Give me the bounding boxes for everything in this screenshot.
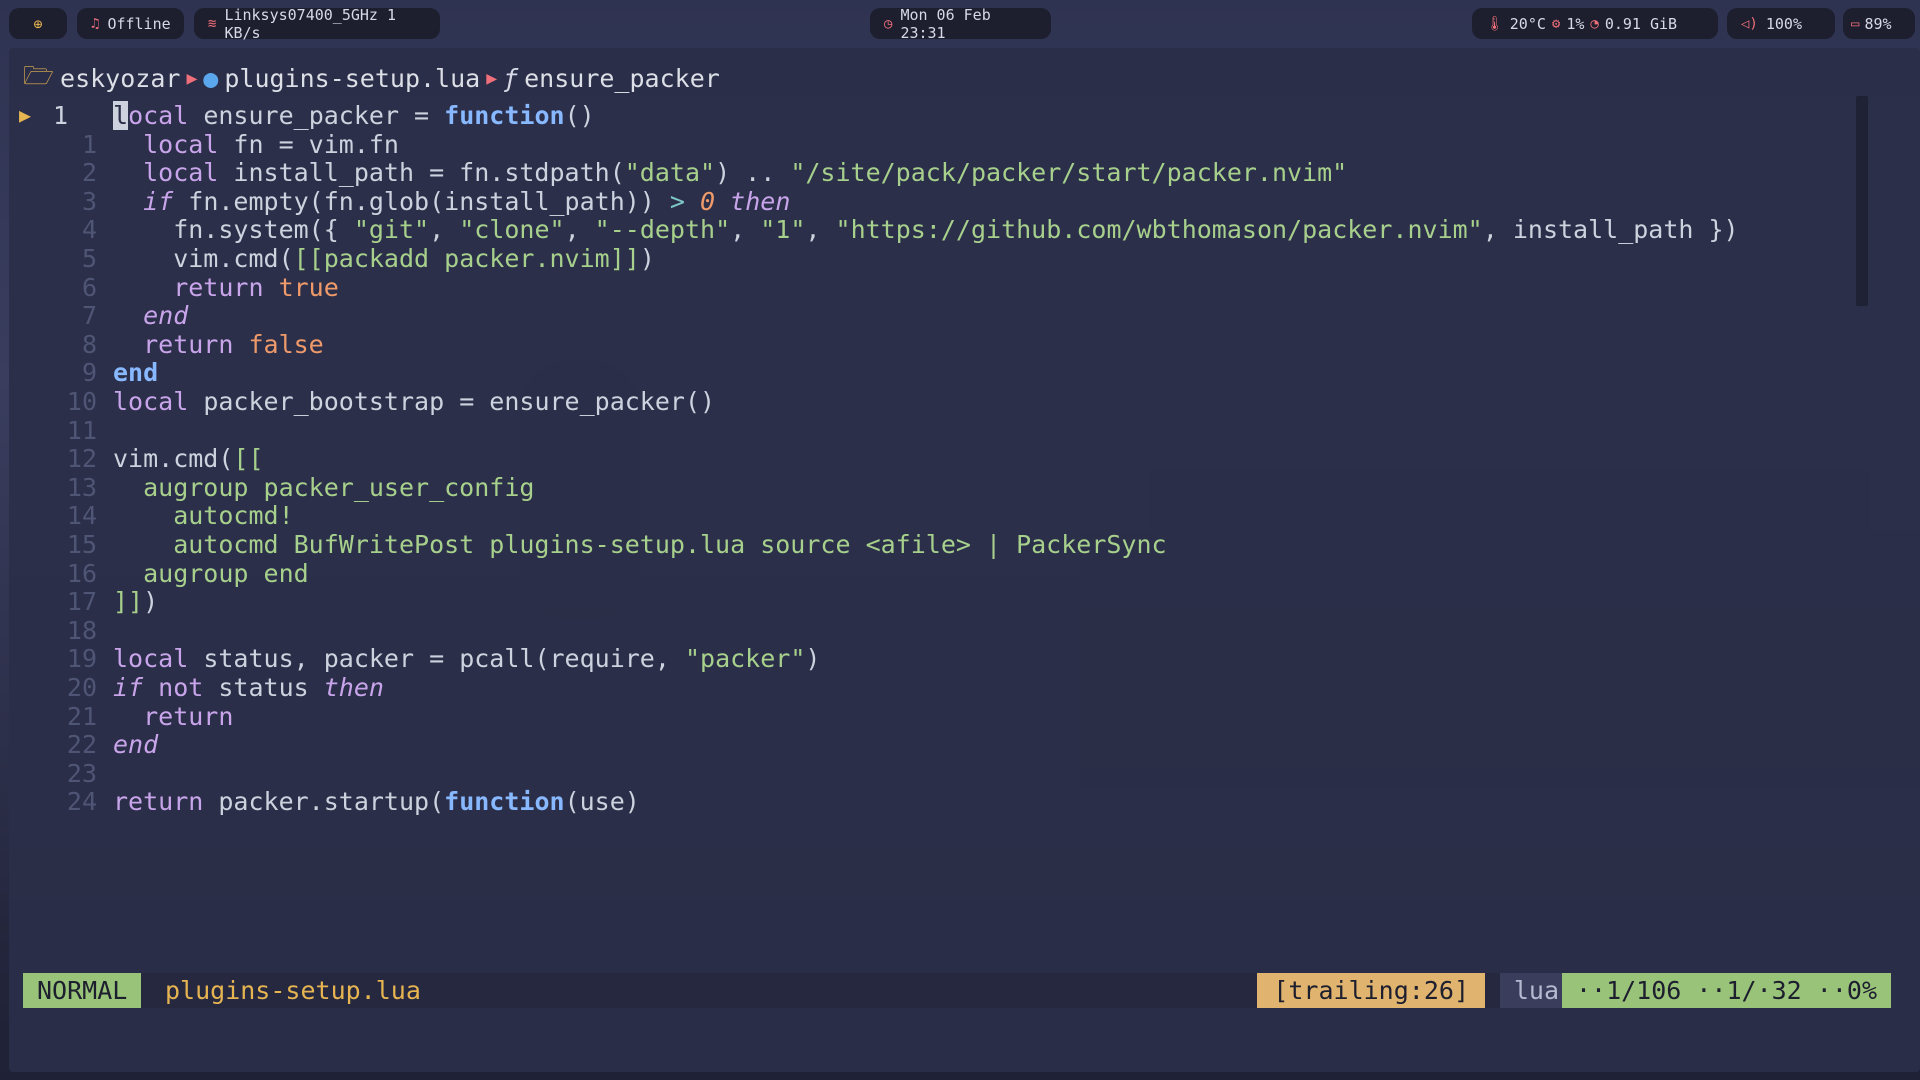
- music-note-icon: ♫: [91, 15, 100, 32]
- mode-indicator: NORMAL: [23, 973, 142, 1008]
- network-status: Linksys07400_5GHz 1 KB/s: [224, 5, 397, 42]
- lua-file-icon: ●: [203, 63, 219, 93]
- status-filename: plugins-setup.lua: [165, 976, 421, 1005]
- breadcrumb-folder[interactable]: eskyozar: [60, 64, 180, 93]
- datetime: Mon 06 Feb 23:31: [900, 5, 991, 42]
- code-editor[interactable]: ▶ 1 local ensure_packer = function() 1 loca…: [9, 98, 1889, 978]
- breadcrumb: 🗁 eskyozar ▶ ● plugins-setup.lua ▶ ƒ ens…: [23, 61, 720, 94]
- top-bar: ⊕ ♫ Offline ≋ Linksys07400_5GHz 1 KB/s ◷…: [0, 0, 1920, 48]
- thermometer-icon: 🌡: [1486, 15, 1504, 32]
- cpu-usage: 1%: [1566, 14, 1585, 33]
- music-widget[interactable]: ♫ Offline: [77, 8, 184, 39]
- wifi-icon: ≋: [208, 15, 217, 32]
- clock-widget[interactable]: ◷ Mon 06 Feb 23:31: [870, 5, 1051, 42]
- cpu-icon: ⚙: [1551, 15, 1561, 32]
- temperature: 20°C: [1509, 14, 1546, 33]
- status-line: NORMAL plugins-setup.lua [trailing:26] l…: [23, 973, 1891, 1008]
- network-widget[interactable]: ≋ Linksys07400_5GHz 1 KB/s: [194, 5, 440, 42]
- chevron-right-icon: ▶: [486, 67, 498, 89]
- memory-icon: ◔: [1590, 15, 1599, 32]
- breadcrumb-symbol[interactable]: ensure_packer: [524, 64, 720, 93]
- terminal-window[interactable]: 🗁 eskyozar ▶ ● plugins-setup.lua ▶ ƒ ens…: [9, 48, 1920, 1072]
- code-text: return packer.startup(function(use): [113, 787, 640, 817]
- globe-icon: ⊕: [33, 14, 43, 33]
- battery-icon: ▭: [1851, 15, 1860, 32]
- editor-scrollbar[interactable]: [1856, 96, 1868, 306]
- volume-level: 100%: [1765, 14, 1802, 33]
- function-symbol-icon: ƒ: [503, 63, 519, 93]
- battery-level: 89%: [1864, 14, 1892, 33]
- folder-open-icon: 🗁: [23, 60, 55, 90]
- workspace-button[interactable]: ⊕: [9, 8, 67, 39]
- trailing-whitespace-indicator: [trailing:26]: [1257, 973, 1485, 1008]
- system-stats-widget[interactable]: 🌡 20°C ⚙ 1% ◔ 0.91 GiB: [1472, 8, 1718, 39]
- speaker-icon: ◁): [1741, 15, 1758, 32]
- code-line[interactable]: 24 return packer.startup(function(use): [9, 784, 1869, 819]
- memory-usage: 0.91 GiB: [1604, 14, 1678, 33]
- music-status: Offline: [107, 14, 171, 33]
- volume-widget[interactable]: ◁) 100%: [1727, 8, 1835, 39]
- clock-icon: ◷: [884, 15, 893, 32]
- cursor-position: ··1/106 ··1/·32 ··0%: [1561, 973, 1891, 1008]
- chevron-right-icon: ▶: [186, 67, 198, 89]
- breadcrumb-file[interactable]: plugins-setup.lua: [224, 64, 480, 93]
- line-number: 24: [66, 787, 97, 817]
- battery-widget[interactable]: ▭ 89%: [1843, 8, 1915, 39]
